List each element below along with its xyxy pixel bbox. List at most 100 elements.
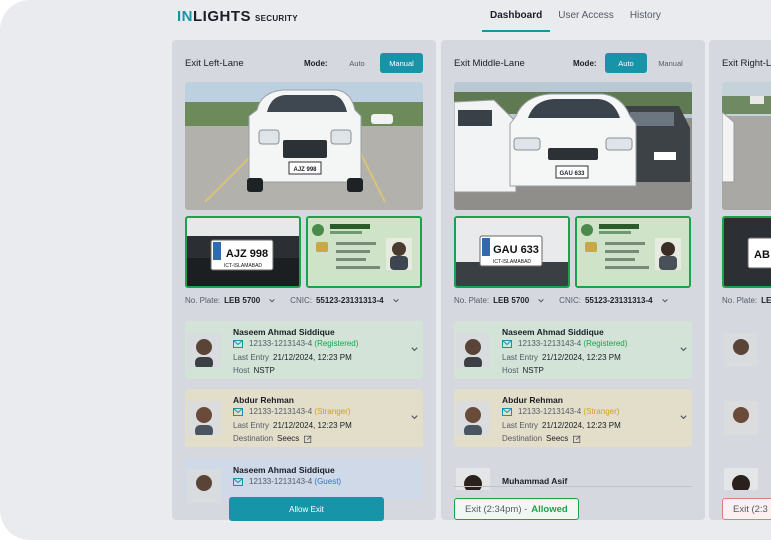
last-entry-label: Last Entry [233, 353, 270, 362]
mode-manual-button[interactable]: Manual [380, 53, 423, 73]
host-label: Host [502, 366, 519, 375]
person-status: (Stranger) [583, 407, 620, 416]
exit-status-badge: Exit (2:3 [722, 498, 771, 520]
chevron-down-icon[interactable] [661, 297, 669, 305]
person-card-stranger[interactable]: Abdur Rehman 12133-1213143-4 (Stranger) … [185, 389, 423, 447]
cnic-card-image [306, 216, 422, 288]
lane-left: Exit Left-Lane Mode: Auto Manual AJZ 998… [172, 40, 436, 521]
exit-status-time: Exit (2:34pm) - [465, 503, 528, 515]
person-name: Abdur Rehman [502, 395, 563, 405]
edit-icon[interactable] [304, 435, 312, 443]
plate-region: ICT-ISLAMABAD [493, 259, 531, 265]
person-id-line: 12133-1213143-4 (Guest) [233, 477, 341, 486]
avatar [187, 333, 221, 367]
host-value: NSTP [253, 366, 275, 375]
last-entry-value: 21/12/2024, 12:23 PM [542, 353, 621, 362]
person-card-registered[interactable]: Naseem Ahmad Siddique 12133-1213143-4 (R… [454, 321, 692, 379]
host-line: Host NSTP [233, 366, 275, 375]
divider [454, 486, 692, 487]
person-card[interactable] [722, 321, 771, 379]
chevron-down-icon[interactable] [268, 297, 276, 305]
top-nav: Dashboard User Access History [482, 0, 669, 32]
plate-value: LE [761, 296, 771, 305]
mode-auto-button[interactable]: Auto [335, 53, 379, 73]
last-entry-label: Last Entry [502, 353, 539, 362]
mail-icon [233, 477, 243, 486]
lane-title: Exit Left-Lane [185, 58, 244, 69]
host-value: NSTP [522, 366, 544, 375]
plate-cnic-row: No. Plate: LEB 5700 CNIC: 55123-23131313… [185, 296, 423, 305]
chevron-down-icon[interactable] [537, 297, 545, 305]
lane-title: Exit Right-Lane [722, 58, 771, 69]
person-status: (Stranger) [314, 407, 351, 416]
exit-status-result: Allowed [531, 503, 568, 515]
plate-crop-image: AJZ 998 ICT-ISLAMABAD [185, 216, 301, 288]
chevron-down-icon[interactable] [679, 413, 688, 422]
host-line: Host NSTP [502, 366, 544, 375]
person-card-guest[interactable]: Naseem Ahmad Siddique 12133-1213143-4 (G… [185, 459, 423, 503]
cnic-value: 55123-23131313-4 [315, 296, 384, 305]
last-entry-value: 21/12/2024, 12:23 PM [273, 421, 352, 430]
avatar [456, 401, 490, 435]
person-id: 12133-1213143-4 [249, 339, 313, 348]
chevron-down-icon[interactable] [679, 345, 688, 354]
person-id-line: 12133-1213143-4 (Registered) [502, 339, 627, 348]
last-entry-line: Last Entry 21/12/2024, 12:23 PM [233, 353, 352, 362]
lane-title: Exit Middle-Lane [454, 58, 525, 69]
person-id-line: 12133-1213143-4 (Stranger) [233, 407, 350, 416]
plate-label: No. Plate: [722, 296, 758, 305]
edit-icon[interactable] [573, 435, 581, 443]
host-label: Host [233, 366, 250, 375]
cnic-card-image [575, 216, 691, 288]
chevron-down-icon[interactable] [410, 413, 419, 422]
avatar [724, 468, 758, 490]
plate-label: No. Plate: [185, 296, 221, 305]
person-status: (Guest) [314, 477, 342, 486]
vehicle-camera-image: AJZ 998 [185, 82, 423, 210]
last-entry-value: 21/12/2024, 12:23 PM [542, 421, 621, 430]
destination-label: Destination [233, 434, 274, 443]
person-id: 12133-1213143-4 [518, 339, 582, 348]
last-entry-value: 21/12/2024, 12:23 PM [273, 353, 352, 362]
cnic-label: CNIC: [559, 296, 581, 305]
person-card[interactable] [722, 389, 771, 447]
lane-middle: Exit Middle-Lane Mode: Auto Manual GAU 6… [441, 40, 705, 520]
svg-text:AJZ 998: AJZ 998 [293, 167, 317, 173]
plate-text: GAU 633 [493, 244, 539, 256]
last-entry-line: Last Entry 21/12/2024, 12:23 PM [502, 353, 621, 362]
plate-crop-image: AB [722, 216, 771, 288]
avatar [456, 333, 490, 367]
person-card-registered[interactable]: Naseem Ahmad Siddique 12133-1213143-4 (R… [185, 321, 423, 379]
allow-exit-button[interactable]: Allow Exit [229, 497, 384, 521]
mode-manual-button[interactable]: Manual [649, 53, 692, 73]
person-card[interactable] [722, 464, 771, 490]
app-logo: INLIGHTS SECURITY [177, 8, 298, 25]
destination-line: Destination Seecs [502, 434, 581, 443]
person-name: Abdur Rehman [233, 395, 294, 405]
mode-label: Mode: [573, 59, 597, 68]
chevron-down-icon[interactable] [392, 297, 400, 305]
tab-dashboard[interactable]: Dashboard [482, 0, 551, 32]
mail-icon [502, 407, 512, 416]
tab-history[interactable]: History [622, 0, 669, 32]
person-id: 12133-1213143-4 [249, 407, 313, 416]
person-status: (Registered) [314, 339, 359, 348]
app-frame: INLIGHTS SECURITY Dashboard User Access … [0, 0, 771, 540]
mail-icon [233, 407, 243, 416]
avatar [724, 401, 758, 435]
svg-text:GAU 633: GAU 633 [559, 171, 585, 177]
person-id-line: 12133-1213143-4 (Stranger) [502, 407, 619, 416]
lane-right: Exit Right-Lane AB No. Plate: [709, 40, 771, 520]
exit-status-time: Exit (2:3 [733, 503, 768, 515]
cnic-value: 55123-23131313-4 [584, 296, 653, 305]
mail-icon [233, 339, 243, 348]
logo-in-text: IN [177, 8, 193, 25]
person-name: Naseem Ahmad Siddique [233, 327, 335, 337]
chevron-down-icon[interactable] [410, 345, 419, 354]
mode-auto-button[interactable]: Auto [605, 53, 647, 73]
destination-line: Destination Seecs [233, 434, 312, 443]
tab-user-access[interactable]: User Access [550, 0, 622, 32]
plate-crop-image: GAU 633 ICT-ISLAMABAD [454, 216, 570, 288]
person-card-stranger[interactable]: Abdur Rehman 12133-1213143-4 (Stranger) … [454, 389, 692, 447]
person-id-line: 12133-1213143-4 (Registered) [233, 339, 358, 348]
